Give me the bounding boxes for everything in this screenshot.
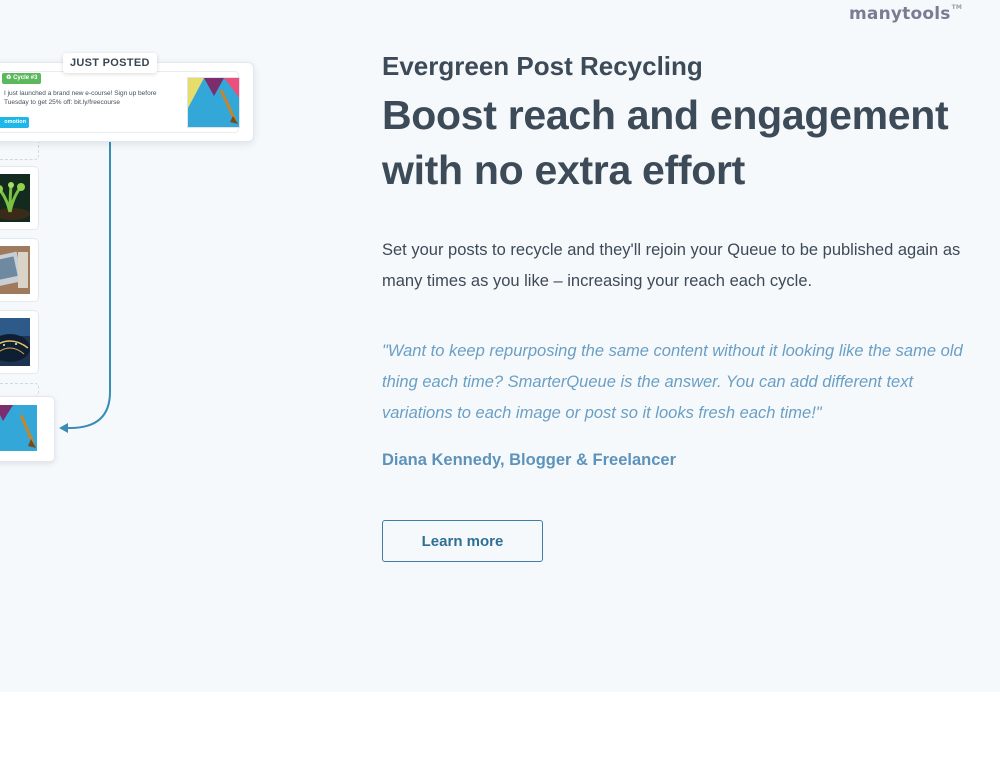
feature-kicker: Evergreen Post Recycling [382,51,703,81]
recycle-icon: ♻ [6,75,12,81]
queue-item[interactable] [0,166,39,230]
testimonial-author: Diana Kennedy, Blogger & Freelancer [382,451,677,469]
feature-section: manytoolsTM JUST POSTED ♻ Cycle #3 I jus… [0,0,1000,692]
queue-empty-slot [0,383,39,396]
post-text: I just launched a brand new e-course! Si… [4,90,157,106]
learn-more-button[interactable]: Learn more [382,520,543,562]
recycling-illustration: JUST POSTED ♻ Cycle #3 I just launched a… [0,0,360,692]
feature-headline: Boost reach and engagement with no extra… [382,92,949,193]
logo-trademark: TM [951,4,963,11]
cycle-badge: ♻ Cycle #3 [2,73,42,84]
category-tag: omotion [0,117,29,128]
cycle-label: Cycle #3 [13,75,38,81]
manytools-logo[interactable]: manytoolsTM [849,4,962,26]
page-footer-area [0,692,1000,757]
requeued-post-thumbnail [0,405,37,451]
queue-thumbnail-plant [0,174,30,222]
feature-description: Set your posts to recycle and they'll re… [382,241,961,290]
just-posted-badge: JUST POSTED [63,53,157,73]
queue-item[interactable] [0,238,39,302]
testimonial-quote: "Want to keep repurposing the same conte… [382,342,963,422]
queue-item[interactable] [0,310,39,374]
queue-thumbnail-city [0,318,30,366]
post-thumbnail [187,77,240,128]
logo-text: manytools [849,4,951,24]
requeued-post-card[interactable] [0,396,55,462]
queue-thumbnail-laptop [0,246,30,294]
